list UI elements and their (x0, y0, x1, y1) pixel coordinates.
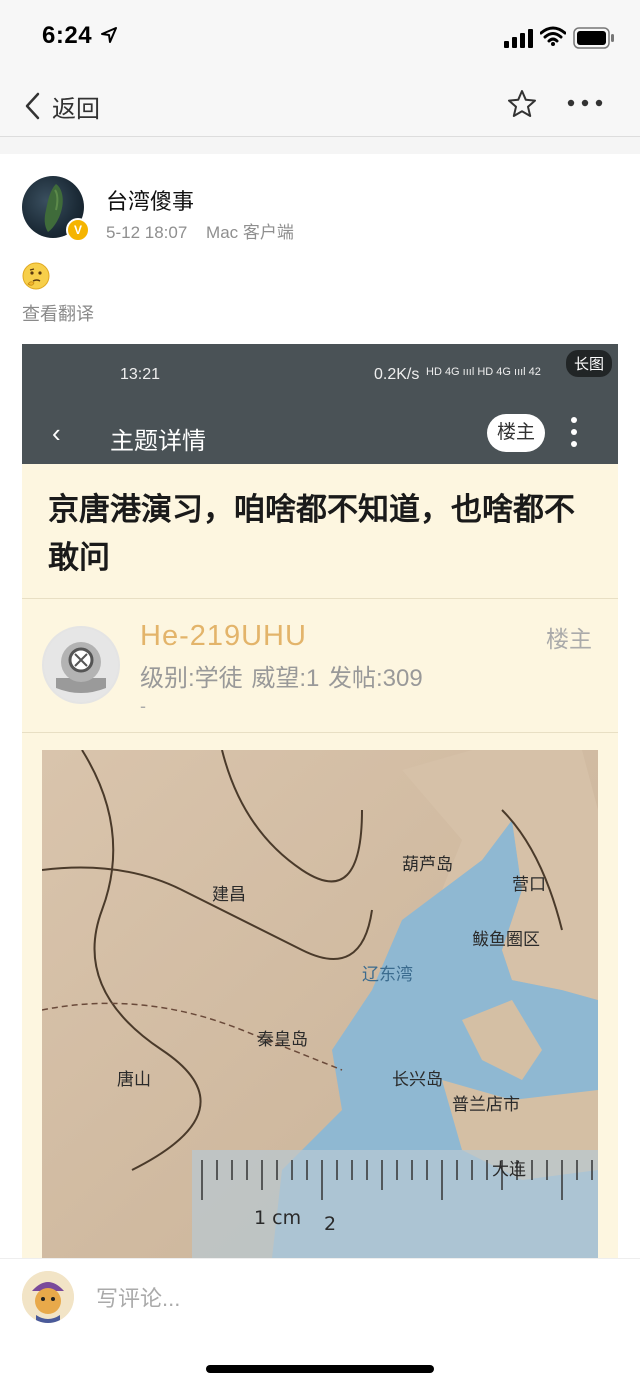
diving-helmet-avatar (42, 626, 120, 704)
map-label: 葫芦岛 (402, 855, 453, 875)
map-label: 唐山 (117, 1069, 151, 1090)
embedded-nav-title: 主题详情 (110, 428, 206, 455)
status-bar: 6:24 (0, 0, 640, 76)
back-label: 返回 (52, 95, 100, 123)
thinking-face-emoji (22, 262, 50, 290)
comment-input[interactable]: 写评论... (96, 1281, 180, 1313)
divider (22, 732, 618, 733)
status-time: 6:24 (42, 22, 93, 49)
map-label: 大连 (492, 1160, 526, 1180)
embedded-status-rate: 0.2K/s (374, 366, 420, 383)
embedded-user-stats: 级别:学徒 威望:1 发帖:309 (140, 665, 423, 692)
embedded-owner-tag: 楼主 (546, 626, 592, 652)
embedded-more-icon (571, 417, 577, 447)
ruler-label: 1 cm (254, 1207, 301, 1229)
cellular-signal-icon (504, 29, 533, 48)
map-label: 辽东湾 (362, 965, 413, 985)
post-card: V 台湾傻事 5-12 18:07 Mac 客户端 查看翻译 13:21 0.2… (0, 154, 640, 1258)
embedded-user-signature: - (140, 696, 146, 716)
map-label: 鲅鱼圈区 (472, 930, 540, 950)
username[interactable]: 台湾傻事 (106, 184, 194, 216)
post-client: Mac 客户端 (206, 223, 294, 242)
wifi-icon (540, 26, 566, 46)
translate-link[interactable]: 查看翻译 (22, 300, 94, 326)
map-photo: 葫芦岛 营口 秦皇岛 大连 唐山 建昌 鲅鱼圈区 长兴岛 普兰店市 辽东湾 1 … (42, 750, 598, 1258)
embedded-user-name: He-219UHU (140, 620, 307, 652)
embedded-nav-bar: ‹ 主题详情 楼主 (22, 408, 618, 464)
post-meta: 5-12 18:07 Mac 客户端 (106, 218, 294, 243)
chevron-left-icon (25, 92, 40, 120)
map-label: 建昌 (212, 885, 246, 905)
divider (22, 598, 618, 599)
long-image-badge: 长图 (565, 350, 612, 377)
embedded-status-bar: 13:21 0.2K/s HD 4G ıııl HD 4G ıııl 42 长图 (22, 344, 618, 408)
verified-badge: V (66, 218, 90, 242)
embedded-owner-button: 楼主 (487, 414, 545, 452)
embedded-status-icons: HD 4G ıııl HD 4G ıııl 42 (426, 366, 541, 378)
home-indicator (206, 1365, 434, 1373)
map-label: 长兴岛 (392, 1070, 443, 1090)
ruler-digit: 2 (324, 1213, 336, 1235)
embedded-back-icon: ‹ (52, 418, 61, 448)
post-time: 5-12 18:07 (106, 223, 188, 242)
location-arrow-icon (101, 27, 117, 43)
nav-bar: 返回 (0, 76, 640, 137)
avatar (22, 1271, 74, 1323)
embedded-status-time: 13:21 (120, 366, 161, 383)
battery-icon (573, 27, 614, 49)
embedded-topic-title: 京唐港演习，咱啥都不知道，也啥都不敢问 (48, 492, 575, 575)
comment-bar: 写评论... (0, 1258, 640, 1386)
back-button[interactable]: 返回 (24, 86, 100, 126)
map-label: 营口 (512, 875, 546, 895)
more-icon[interactable] (566, 98, 604, 108)
post-image[interactable]: 13:21 0.2K/s HD 4G ıııl HD 4G ıııl 42 长图… (22, 344, 618, 1258)
map-label: 秦皇岛 (257, 1030, 308, 1050)
map-label: 普兰店市 (452, 1095, 520, 1115)
star-icon[interactable] (506, 88, 538, 120)
